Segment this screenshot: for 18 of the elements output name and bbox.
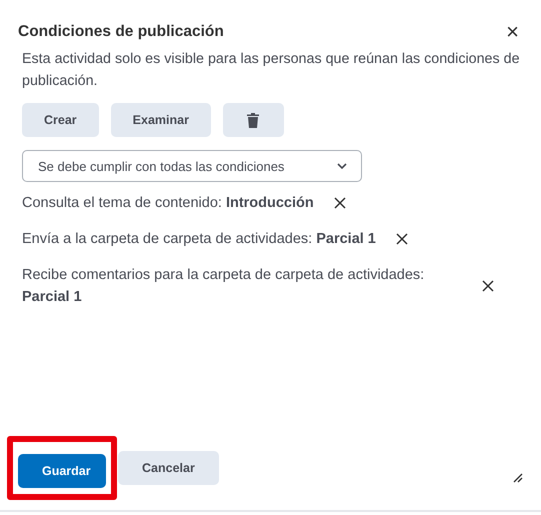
- remove-icon[interactable]: [396, 233, 408, 245]
- save-button[interactable]: Guardar: [18, 454, 106, 488]
- condition-text: Envía a la carpeta de carpeta de actividades: Parcial 1: [22, 230, 376, 249]
- description-text: Esta actividad solo es visible para las personas que reúnan las condiciones de publicación.: [22, 50, 521, 91]
- chevron-down-icon: [337, 163, 347, 169]
- condition-text: Consulta el tema de contenido: Introducción: [22, 194, 314, 213]
- action-button[interactable]: Crear: [22, 103, 99, 137]
- cancel-button[interactable]: Cancelar: [118, 451, 219, 485]
- condition-select[interactable]: Se debe cumplir con todas las condiciones: [22, 150, 362, 182]
- delete-button[interactable]: [222, 103, 284, 137]
- action-button[interactable]: Examinar: [110, 103, 211, 137]
- remove-icon[interactable]: [482, 280, 494, 292]
- remove-icon[interactable]: [334, 197, 346, 209]
- dialog-title: Condiciones de publicación: [18, 23, 224, 41]
- close-button[interactable]: ×: [502, 22, 523, 42]
- condition-text: Recibe comentarios para la carpeta de carpeta de actividades: Parcial 1: [22, 266, 426, 307]
- trash-icon: [247, 112, 260, 128]
- resize-handle-icon[interactable]: [513, 473, 523, 483]
